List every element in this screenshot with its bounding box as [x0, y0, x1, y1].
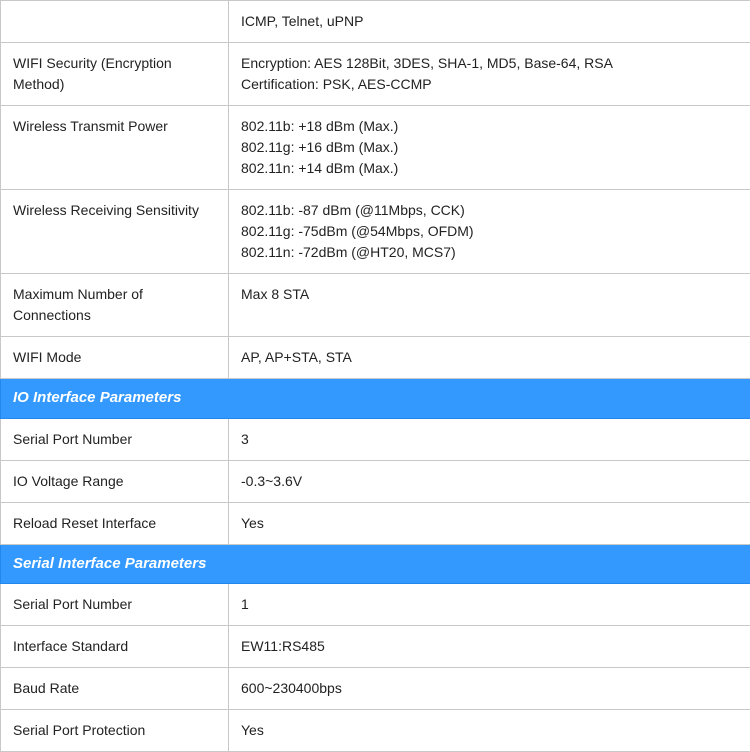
row-value: Max 8 STA	[229, 274, 750, 337]
table-row: Serial Port ProtectionYes	[1, 710, 750, 752]
table-row: WIFI Security (Encryption Method)Encrypt…	[1, 43, 750, 106]
row-value: 3	[229, 418, 750, 460]
table-row: WIFI ModeAP, AP+STA, STA	[1, 337, 750, 379]
row-label: IO Voltage Range	[1, 460, 229, 502]
row-value: Yes	[229, 710, 750, 752]
row-value: AP, AP+STA, STA	[229, 337, 750, 379]
row-label: WIFI Security (Encryption Method)	[1, 43, 229, 106]
row-label: Wireless Receiving Sensitivity	[1, 190, 229, 274]
row-value: ICMP, Telnet, uPNP	[229, 1, 750, 43]
table-row: Serial Port Number3	[1, 418, 750, 460]
table-row: Interface StandardEW11:RS485	[1, 626, 750, 668]
row-value: -0.3~3.6V	[229, 460, 750, 502]
row-value: EW11:RS485	[229, 626, 750, 668]
row-label: Maximum Number of Connections	[1, 274, 229, 337]
row-value: 1	[229, 584, 750, 626]
table-row: IO Voltage Range-0.3~3.6V	[1, 460, 750, 502]
section-header-cell: IO Interface Parameters	[1, 379, 750, 419]
section-header-row: IO Interface Parameters	[1, 379, 750, 419]
row-value: 600~230400bps	[229, 668, 750, 710]
row-value: Yes	[229, 502, 750, 544]
table-row: Maximum Number of ConnectionsMax 8 STA	[1, 274, 750, 337]
spec-table: ICMP, Telnet, uPNPWIFI Security (Encrypt…	[0, 0, 750, 752]
table-row: Wireless Transmit Power802.11b: +18 dBm …	[1, 106, 750, 190]
table-row: Serial Port Number1	[1, 584, 750, 626]
section-header-label: IO Interface Parameters	[13, 389, 181, 406]
row-label: Serial Port Number	[1, 418, 229, 460]
row-value: 802.11b: +18 dBm (Max.)802.11g: +16 dBm …	[229, 106, 750, 190]
table-row: Wireless Receiving Sensitivity802.11b: -…	[1, 190, 750, 274]
table-row: Reload Reset InterfaceYes	[1, 502, 750, 544]
table-row: ICMP, Telnet, uPNP	[1, 1, 750, 43]
section-header-label: Serial Interface Parameters	[13, 555, 206, 572]
row-label: Serial Port Protection	[1, 710, 229, 752]
section-header-cell: Serial Interface Parameters	[1, 544, 750, 584]
spec-table-container: ICMP, Telnet, uPNPWIFI Security (Encrypt…	[0, 0, 750, 752]
table-row: Baud Rate600~230400bps	[1, 668, 750, 710]
row-label: Serial Port Number	[1, 584, 229, 626]
row-label: Interface Standard	[1, 626, 229, 668]
row-value: Encryption: AES 128Bit, 3DES, SHA-1, MD5…	[229, 43, 750, 106]
section-header-row: Serial Interface Parameters	[1, 544, 750, 584]
row-label: Reload Reset Interface	[1, 502, 229, 544]
row-label	[1, 1, 229, 43]
row-label: WIFI Mode	[1, 337, 229, 379]
row-value: 802.11b: -87 dBm (@11Mbps, CCK)802.11g: …	[229, 190, 750, 274]
row-label: Baud Rate	[1, 668, 229, 710]
row-label: Wireless Transmit Power	[1, 106, 229, 190]
